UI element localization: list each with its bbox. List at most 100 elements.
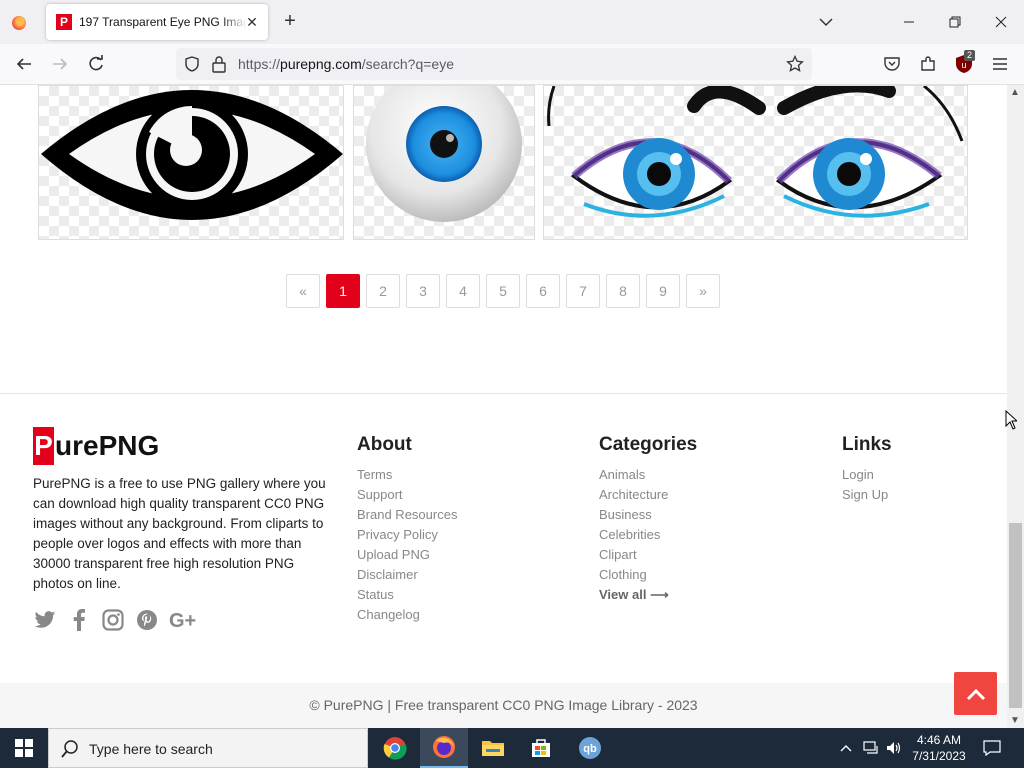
scrollbar-thumb[interactable] (1009, 523, 1022, 708)
scroll-to-top-button[interactable] (954, 672, 997, 715)
search-placeholder: Type here to search (89, 741, 213, 757)
taskbar-clock[interactable]: 4:46 AM 7/31/2023 (906, 732, 972, 764)
pagination: « 1 2 3 4 5 6 7 8 9 » (286, 274, 720, 308)
scroll-up-arrow-icon[interactable]: ▲ (1010, 87, 1020, 98)
pagination-page-4[interactable]: 4 (446, 274, 480, 308)
category-link-architecture[interactable]: Architecture (599, 485, 697, 505)
category-link-clipart[interactable]: Clipart (599, 545, 697, 565)
category-view-all-link[interactable]: View all ⟶ (599, 585, 697, 605)
pagination-page-9[interactable]: 9 (646, 274, 680, 308)
url-domain: purepng.com (280, 56, 362, 72)
instagram-icon[interactable] (101, 608, 125, 632)
file-explorer-icon[interactable] (469, 728, 517, 768)
eyeball-thumbnail[interactable] (353, 85, 535, 240)
windows-taskbar: Type here to search qb 4:46 AM 7/31/2023 (0, 728, 1024, 768)
footer-link-status[interactable]: Status (357, 585, 457, 605)
new-tab-plus-icon[interactable]: + (280, 11, 300, 31)
pagination-prev-button[interactable]: « (286, 274, 320, 308)
footer-link-upload-png[interactable]: Upload PNG (357, 545, 457, 565)
url-path: /search?q=eye (361, 56, 454, 72)
clock-date: 7/31/2023 (912, 749, 966, 763)
notification-center-icon[interactable] (980, 728, 1004, 768)
footer-about-column: About Terms Support Brand Resources Priv… (357, 434, 457, 625)
pagination-page-1[interactable]: 1 (326, 274, 360, 308)
volume-icon[interactable] (884, 728, 904, 768)
social-links: G+ (33, 608, 203, 632)
firefox-view-icon[interactable] (8, 12, 30, 34)
extensions-puzzle-icon[interactable] (917, 53, 939, 75)
forward-arrow-icon[interactable] (49, 53, 71, 75)
url-prefix: https:// (238, 56, 281, 72)
hamburger-menu-icon[interactable] (989, 53, 1011, 75)
svg-text:qb: qb (583, 743, 597, 755)
categories-heading: Categories (599, 434, 698, 455)
qbittorrent-icon[interactable]: qb (566, 728, 614, 768)
logo-letter: P (33, 427, 54, 465)
purepng-logo[interactable]: PurePNG (33, 427, 159, 465)
firefox-taskbar-icon[interactable] (420, 728, 468, 768)
taskbar-search-input[interactable]: Type here to search (48, 728, 368, 768)
tracking-protection-shield-icon[interactable] (184, 56, 200, 77)
bookmark-star-icon[interactable] (786, 54, 804, 78)
footer-link-terms[interactable]: Terms (357, 465, 457, 485)
mouse-cursor-icon (1005, 409, 1019, 435)
pinterest-icon[interactable] (135, 608, 159, 632)
google-plus-icon[interactable]: G+ (169, 608, 203, 632)
extension-badge: 2 (964, 50, 976, 61)
scroll-down-arrow-icon[interactable]: ▼ (1010, 715, 1020, 726)
show-hidden-icons-chevron-icon[interactable] (838, 728, 854, 768)
reload-icon[interactable] (85, 53, 107, 75)
facebook-icon[interactable] (67, 608, 91, 632)
pagination-page-7[interactable]: 7 (566, 274, 600, 308)
footer-link-changelog[interactable]: Changelog (357, 605, 457, 625)
lock-icon[interactable] (211, 55, 227, 78)
logo-text: urePNG (55, 430, 160, 461)
footer-link-disclaimer[interactable]: Disclaimer (357, 565, 457, 585)
footer-link-support[interactable]: Support (357, 485, 457, 505)
pagination-page-3[interactable]: 3 (406, 274, 440, 308)
footer-link-login[interactable]: Login (842, 465, 892, 485)
back-arrow-icon[interactable] (13, 53, 35, 75)
restore-icon[interactable] (943, 10, 967, 34)
pagination-next-button[interactable]: » (686, 274, 720, 308)
category-link-celebrities[interactable]: Celebrities (599, 525, 697, 545)
address-bar[interactable]: https://purepng.com/search?q=eye (176, 48, 812, 80)
about-heading: About (357, 434, 412, 455)
category-link-animals[interactable]: Animals (599, 465, 697, 485)
ublock-origin-icon[interactable]: u 2 (953, 50, 976, 75)
svg-text:u: u (961, 60, 966, 70)
footer-link-sign-up[interactable]: Sign Up (842, 485, 892, 505)
windows-start-icon[interactable] (0, 728, 48, 768)
page-viewport: « 1 2 3 4 5 6 7 8 9 » PurePNG PurePNG is… (0, 85, 1007, 728)
footer-link-brand-resources[interactable]: Brand Resources (357, 505, 457, 525)
category-link-business[interactable]: Business (599, 505, 697, 525)
pagination-page-5[interactable]: 5 (486, 274, 520, 308)
purepng-favicon-icon: P (56, 14, 72, 30)
url-text[interactable]: https://purepng.com/search?q=eye (238, 56, 454, 72)
links-heading: Links (842, 434, 892, 455)
pagination-page-2[interactable]: 2 (366, 274, 400, 308)
category-link-clothing[interactable]: Clothing (599, 565, 697, 585)
eye-icon-thumbnail[interactable] (38, 85, 344, 240)
microsoft-store-icon[interactable] (517, 728, 565, 768)
svg-text:G+: G+ (169, 610, 196, 631)
tab-active[interactable]: P 197 Transparent Eye PNG Images ✕ (46, 4, 268, 40)
close-window-icon[interactable] (989, 10, 1013, 34)
browser-tab-bar: P 197 Transparent Eye PNG Images ✕ + (0, 0, 1024, 44)
chrome-icon[interactable] (371, 728, 419, 768)
page-scrollbar[interactable]: ▲ ▼ (1007, 85, 1024, 728)
copyright-text: © PurePNG | Free transparent CC0 PNG Ima… (309, 697, 698, 713)
chevron-up-icon (966, 688, 985, 700)
tab-title: 197 Transparent Eye PNG Images (79, 15, 247, 29)
minimize-icon[interactable] (897, 10, 921, 34)
pagination-page-6[interactable]: 6 (526, 274, 560, 308)
twitter-icon[interactable] (33, 608, 57, 632)
site-description: PurePNG is a free to use PNG gallery whe… (33, 476, 326, 591)
footer-link-privacy-policy[interactable]: Privacy Policy (357, 525, 457, 545)
network-icon[interactable] (861, 728, 881, 768)
tab-close-icon[interactable]: ✕ (244, 14, 260, 30)
blue-eyes-thumbnail[interactable] (543, 85, 968, 240)
list-all-tabs-chevron-icon[interactable] (816, 12, 836, 32)
pocket-icon[interactable] (881, 53, 903, 75)
pagination-page-8[interactable]: 8 (606, 274, 640, 308)
